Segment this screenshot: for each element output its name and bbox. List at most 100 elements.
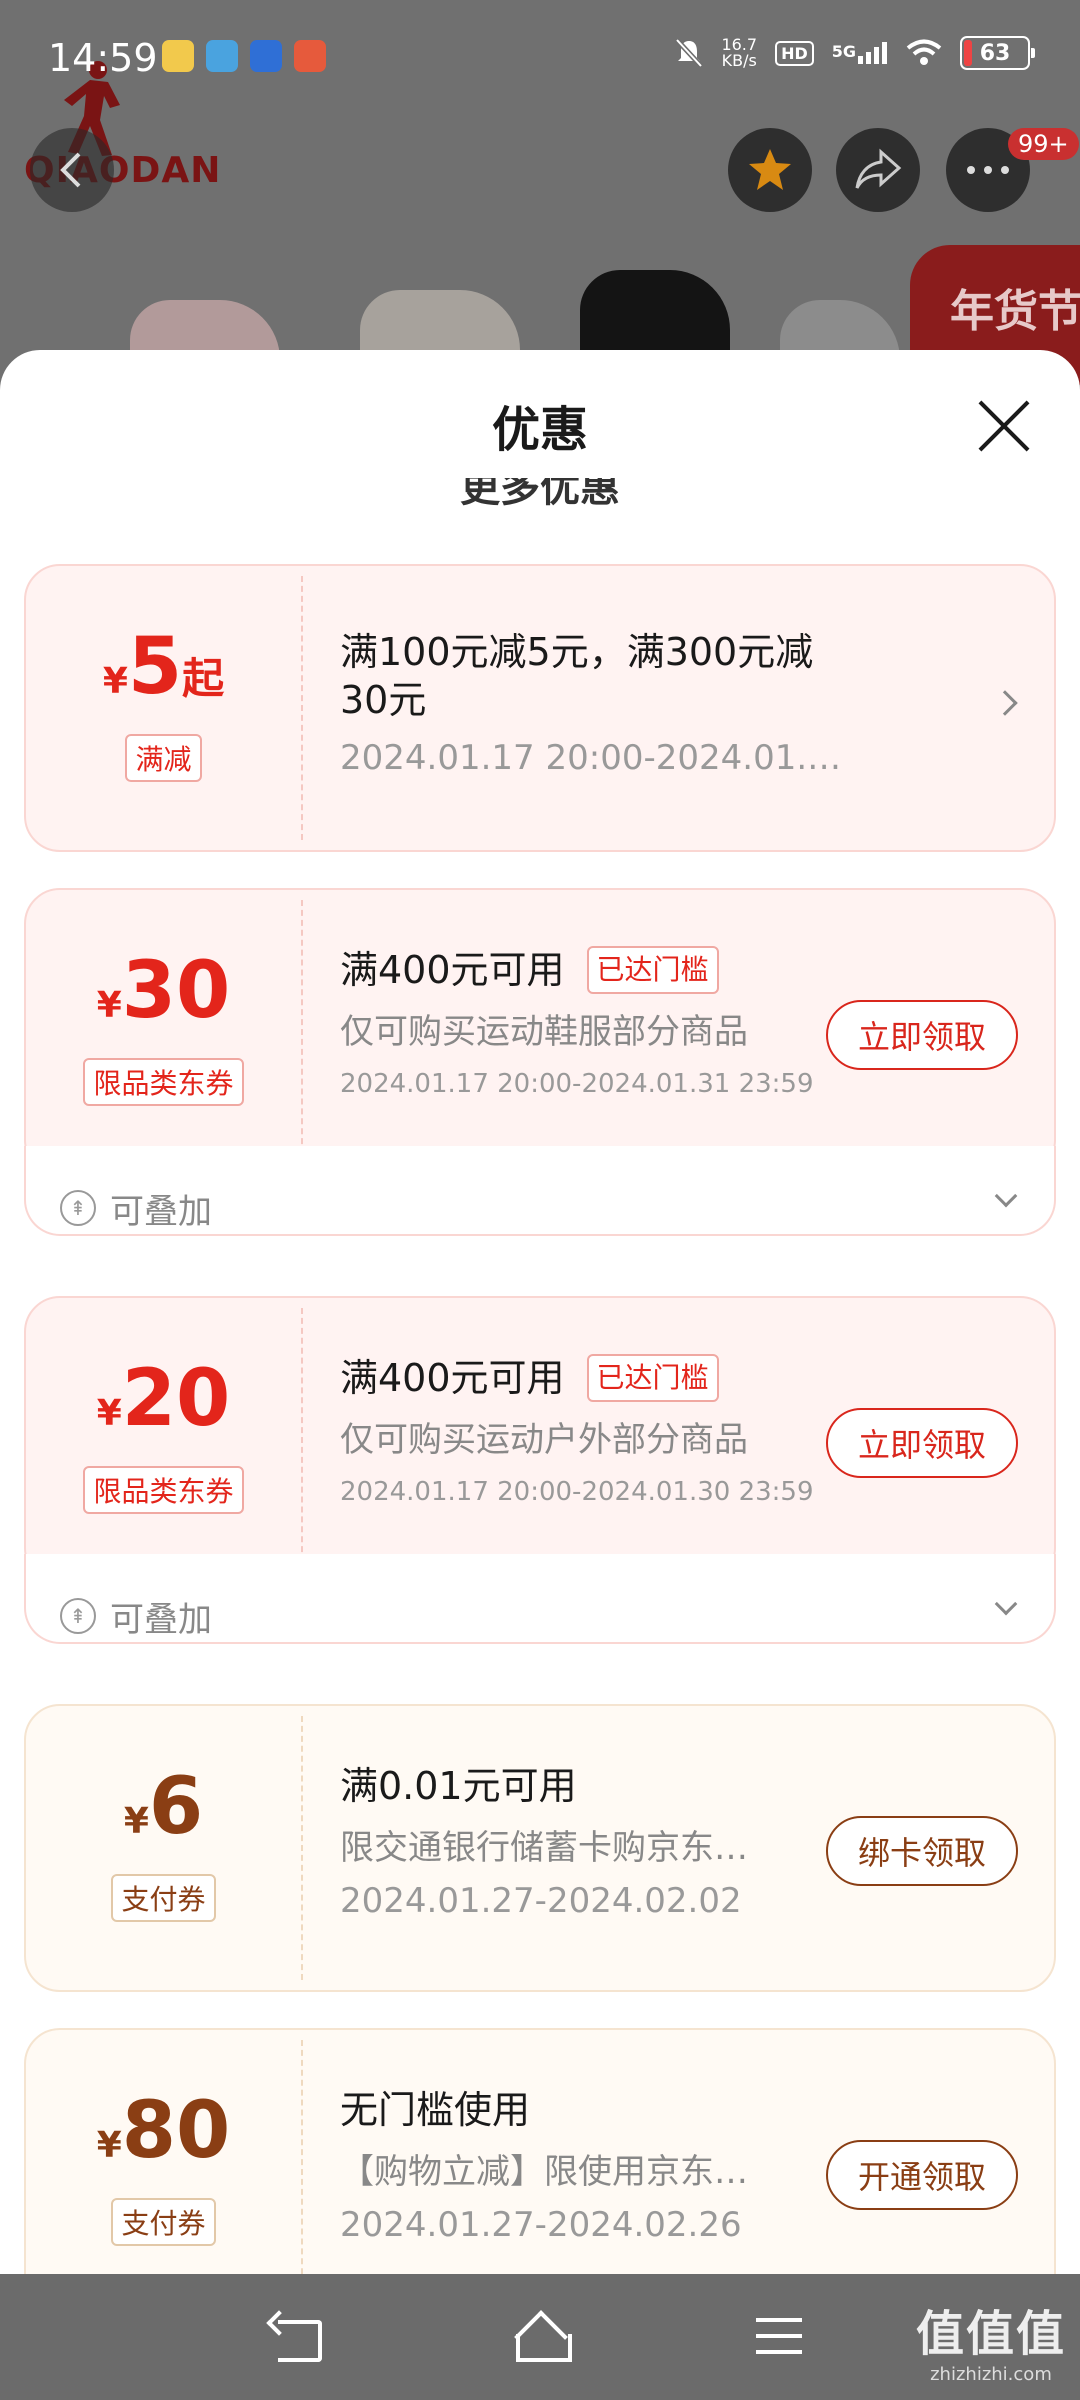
coupon-amount: ¥5起 xyxy=(26,628,301,706)
coupon-description: 仅可购买运动户外部分商品 xyxy=(340,1420,748,1460)
coupon-divider xyxy=(301,2040,303,2274)
coupon-condition: 满100元减5元，满300元减30元 xyxy=(340,630,814,722)
coupon-validity: 2024.01.17 20:00-2024.01.30 23:59 xyxy=(340,1477,814,1507)
coupon-value-suffix: 起 xyxy=(182,654,225,703)
coupon-description: 限交通银行储蓄卡购京东… xyxy=(340,1828,748,1868)
more-dots-icon xyxy=(967,166,1009,174)
threshold-reached-tag: 已达门槛 xyxy=(586,1354,719,1402)
close-button[interactable] xyxy=(976,398,1032,454)
status-bar: 14:59 16.7 KB/s HD 5G 63 xyxy=(0,0,1080,110)
stackable-label: 可叠加 xyxy=(110,1600,212,1640)
coupon-body: ¥80 支付券 无门槛使用 【购物立减】限使用京东… 2024.01.27-20… xyxy=(24,2028,1056,2274)
share-icon xyxy=(855,148,902,189)
coupon-body: ¥20 限品类东券 满400元可用 已达门槛 仅可购买运动户外部分商品 2024.… xyxy=(24,1296,1056,1584)
system-back-icon[interactable] xyxy=(270,2314,330,2362)
watermark-logo: 值值值 xyxy=(915,2306,1066,2362)
coupon-divider xyxy=(301,576,303,840)
coupon-value: 20 xyxy=(121,1354,231,1444)
coupon-description: 【购物立减】限使用京东… xyxy=(340,2152,748,2192)
coupon-card: ¥6 支付券 满0.01元可用 限交通银行储蓄卡购京东… 2024.01.27-… xyxy=(24,1704,1056,1992)
message-count-badge: 99+ xyxy=(1008,128,1079,160)
currency-symbol: ¥ xyxy=(96,2125,122,2166)
coupon-validity: 2024.01.17 20:00-2024.01.3… xyxy=(340,738,860,778)
threshold-reached-tag: 已达门槛 xyxy=(586,946,719,994)
app-notification-icon xyxy=(206,40,238,72)
coupon-value: 30 xyxy=(121,946,231,1036)
coupon-amount: ¥30 xyxy=(26,952,301,1030)
watermark: 值值值 zhizhizhi.com xyxy=(916,2294,1066,2385)
coupon-type-tag: 支付券 xyxy=(111,2198,216,2246)
coupon-info: 满400元可用 已达门槛 仅可购买运动鞋服部分商品 2024.01.17 20:0… xyxy=(340,946,860,1099)
coupon-card[interactable]: ¥5起 满减 满100元减5元，满300元减30元 2024.01.17 20:… xyxy=(24,564,1056,852)
coupon-divider xyxy=(301,1308,303,1572)
coupon-divider xyxy=(301,1716,303,1980)
favorite-button[interactable] xyxy=(728,128,812,212)
more-discounts-label: 更多优惠 xyxy=(460,478,620,508)
coupon-value: 5 xyxy=(127,622,183,712)
coupon-divider xyxy=(301,900,303,1164)
coupon-body: ¥30 限品类东券 满400元可用 已达门槛 仅可购买运动鞋服部分商品 2024.… xyxy=(24,888,1056,1176)
coupon-info: 无门槛使用 【购物立减】限使用京东… 2024.01.27-2024.02.26 xyxy=(340,2086,860,2245)
claim-now-button[interactable]: 立即领取 xyxy=(826,1000,1018,1070)
coupon-type-tag: 限品类东券 xyxy=(83,1466,244,1514)
currency-symbol: ¥ xyxy=(102,661,128,702)
chevron-down-icon[interactable] xyxy=(994,1592,1018,1616)
coupon-validity: 2024.01.17 20:00-2024.01.31 23:59 xyxy=(340,1069,814,1099)
network-speed: 16.7 KB/s xyxy=(721,35,758,70)
coupon-validity: 2024.01.27-2024.02.26 xyxy=(340,2205,742,2245)
coupon-amount: ¥20 xyxy=(26,1360,301,1438)
coupon-card: ¥30 限品类东券 满400元可用 已达门槛 仅可购买运动鞋服部分商品 2024.… xyxy=(24,888,1056,1236)
discount-sheet: 优惠 更多优惠 ¥5起 满减 满100元减5元，满300元减30元 2024.0… xyxy=(0,350,1080,2274)
coupon-amount: ¥6 xyxy=(26,1768,301,1846)
sheet-title: 优惠 xyxy=(491,402,588,458)
system-home-icon[interactable] xyxy=(510,2314,572,2362)
watermark-url: zhizhizhi.com xyxy=(930,2364,1052,2385)
app-notification-icon xyxy=(250,40,282,72)
stackable-label: 可叠加 xyxy=(110,1192,212,1232)
star-icon xyxy=(749,149,791,190)
share-button[interactable] xyxy=(836,128,920,212)
currency-symbol: ¥ xyxy=(96,1393,122,1434)
coupon-value: 80 xyxy=(121,2086,231,2176)
chevron-right-icon[interactable] xyxy=(992,690,1018,716)
mute-bell-icon xyxy=(675,38,704,68)
coupon-card: ¥80 支付券 无门槛使用 【购物立减】限使用京东… 2024.01.27-20… xyxy=(24,2028,1056,2274)
wifi-icon xyxy=(906,39,942,65)
bind-card-claim-button[interactable]: 绑卡领取 xyxy=(826,1816,1018,1886)
coupon-card: ¥20 限品类东券 满400元可用 已达门槛 仅可购买运动户外部分商品 2024.… xyxy=(24,1296,1056,1644)
coupon-body: ¥6 支付券 满0.01元可用 限交通银行储蓄卡购京东… 2024.01.27-… xyxy=(24,1704,1056,1992)
coupon-type-tag: 满减 xyxy=(125,734,202,782)
signal-bars-icon xyxy=(858,42,887,64)
coupon-info: 满0.01元可用 限交通银行储蓄卡购京东… 2024.01.27-2024.02… xyxy=(340,1762,860,1921)
claim-now-button[interactable]: 立即领取 xyxy=(826,1408,1018,1478)
back-button[interactable] xyxy=(30,128,114,212)
chevron-down-icon[interactable] xyxy=(994,1184,1018,1208)
coupon-type-tag: 限品类东券 xyxy=(83,1058,244,1106)
stack-icon: ⇞ xyxy=(60,1190,96,1226)
coupon-condition: 满400元可用 已达门槛 xyxy=(340,1354,860,1402)
stack-icon: ⇞ xyxy=(60,1598,96,1634)
app-notification-icon xyxy=(294,40,326,72)
stackable-row[interactable]: ⇞ 可叠加 xyxy=(24,1554,1056,1644)
battery-indicator: 63 xyxy=(960,36,1035,70)
stackable-row[interactable]: ⇞ 可叠加 xyxy=(24,1146,1056,1236)
chevron-left-icon xyxy=(60,152,81,188)
app-notification-icon xyxy=(162,40,194,72)
status-right: 16.7 KB/s HD 5G 63 xyxy=(675,35,1035,70)
system-nav-bar: 值值值 zhizhizhi.com xyxy=(0,2274,1080,2400)
coupon-condition: 满0.01元可用 xyxy=(340,1764,577,1808)
system-menu-icon[interactable] xyxy=(750,2314,810,2362)
coupon-description: 仅可购买运动鞋服部分商品 xyxy=(340,1012,748,1052)
status-time: 14:59 xyxy=(48,36,158,80)
coupon-condition: 满400元可用 已达门槛 xyxy=(340,946,860,994)
coupon-amount: ¥80 xyxy=(26,2092,301,2170)
coupon-value: 6 xyxy=(148,1762,204,1852)
notification-icons xyxy=(162,40,326,72)
coupon-info: 满100元减5元，满300元减30元 2024.01.17 20:00-2024… xyxy=(340,628,860,778)
coupon-info: 满400元可用 已达门槛 仅可购买运动户外部分商品 2024.01.17 20:0… xyxy=(340,1354,860,1507)
currency-symbol: ¥ xyxy=(96,985,122,1026)
coupon-validity: 2024.01.27-2024.02.02 xyxy=(340,1881,742,1921)
coupon-body: ¥5起 满减 满100元减5元，满300元减30元 2024.01.17 20:… xyxy=(24,564,1056,852)
activate-claim-button[interactable]: 开通领取 xyxy=(826,2140,1018,2210)
hd-indicator: HD xyxy=(775,40,814,66)
